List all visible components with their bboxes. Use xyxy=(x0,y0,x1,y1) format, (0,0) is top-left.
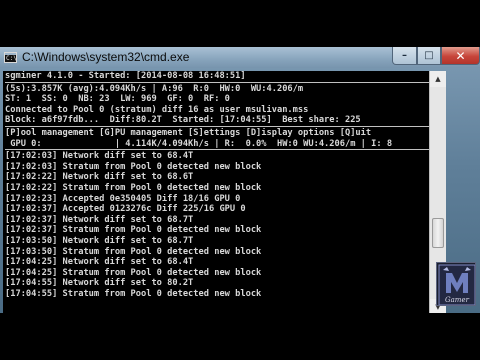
log-line: [17:02:22] Network diff set to 68.6T xyxy=(5,172,194,183)
log-list: [17:02:03] Network diff set to 68.4T [17… xyxy=(5,151,429,299)
gamer-logo-graphic: Gamer xyxy=(438,264,475,305)
log-line: [17:02:22] Stratum from Pool 0 detected … xyxy=(5,182,262,193)
menu-divider xyxy=(5,149,429,151)
maximize-button[interactable]: □ xyxy=(417,47,441,65)
gamer-logo-icon: Gamer xyxy=(436,262,476,306)
status-shares: ST: 1 SS: 0 NB: 23 LW: 969 GF: 0 RF: 0 xyxy=(5,94,230,105)
cmd-icon-glyph: C:\ xyxy=(6,55,17,62)
log-line: [17:02:37] Network diff set to 68.7T xyxy=(5,214,194,225)
status-block: Block: a6f97fdb... Diff:80.2T Started: [… xyxy=(5,115,361,126)
gpu-status: GPU 0: | 4.114K/4.094Kh/s | R: 0.0% HW:0… xyxy=(5,138,393,149)
cmd-window: C:\ C:\Windows\system32\cmd.exe – □ ✕ sg… xyxy=(0,47,480,313)
logo-text: Gamer xyxy=(445,296,470,304)
log-line: [17:03:50] Stratum from Pool 0 detected … xyxy=(5,246,262,257)
close-button[interactable]: ✕ xyxy=(441,47,480,65)
log-line: [17:04:25] Stratum from Pool 0 detected … xyxy=(5,267,262,278)
log-line: [17:02:37] Accepted 0123276c Diff 225/16… xyxy=(5,204,246,215)
status-hashrate: (5s):3.857K (avg):4.094Kh/s | A:96 R:0 H… xyxy=(5,83,304,94)
menu-options: [P]ool management [G]PU management [S]et… xyxy=(5,127,372,138)
close-icon: ✕ xyxy=(455,48,466,63)
log-line: [17:04:55] Network diff set to 80.2T xyxy=(5,278,194,289)
log-line: [17:04:55] Stratum from Pool 0 detected … xyxy=(5,288,262,299)
log-line: [17:02:03] Stratum from Pool 0 detected … xyxy=(5,161,262,172)
cmd-prompt-icon: C:\ xyxy=(4,52,17,63)
maximize-icon: □ xyxy=(424,50,434,61)
log-line: [17:03:50] Network diff set to 68.7T xyxy=(5,235,194,246)
log-line: [17:02:03] Network diff set to 68.4T xyxy=(5,151,194,162)
minimize-icon: – xyxy=(402,50,407,61)
header-divider xyxy=(5,81,429,83)
miner-header: sgminer 4.1.0 - Started: [2014-08-08 16:… xyxy=(5,71,246,81)
status-divider xyxy=(5,125,429,127)
log-line: [17:04:25] Network diff set to 68.4T xyxy=(5,257,194,268)
minimize-button[interactable]: – xyxy=(392,47,417,65)
window-title: C:\Windows\system32\cmd.exe xyxy=(22,50,190,64)
scroll-up-arrow-icon[interactable]: ▲ xyxy=(430,71,446,87)
log-line: [17:02:37] Stratum from Pool 0 detected … xyxy=(5,225,262,236)
console-output[interactable]: sgminer 4.1.0 - Started: [2014-08-08 16:… xyxy=(3,71,429,313)
status-connection: Connected to Pool 0 (stratum) diff 16 as… xyxy=(5,104,309,115)
log-line: [17:02:23] Accepted 0e350405 Diff 18/16 … xyxy=(5,193,241,204)
video-frame: C:\ C:\Windows\system32\cmd.exe – □ ✕ sg… xyxy=(0,0,480,360)
scroll-thumb[interactable] xyxy=(432,218,444,249)
title-bar[interactable]: C:\ C:\Windows\system32\cmd.exe – □ ✕ xyxy=(0,47,480,68)
